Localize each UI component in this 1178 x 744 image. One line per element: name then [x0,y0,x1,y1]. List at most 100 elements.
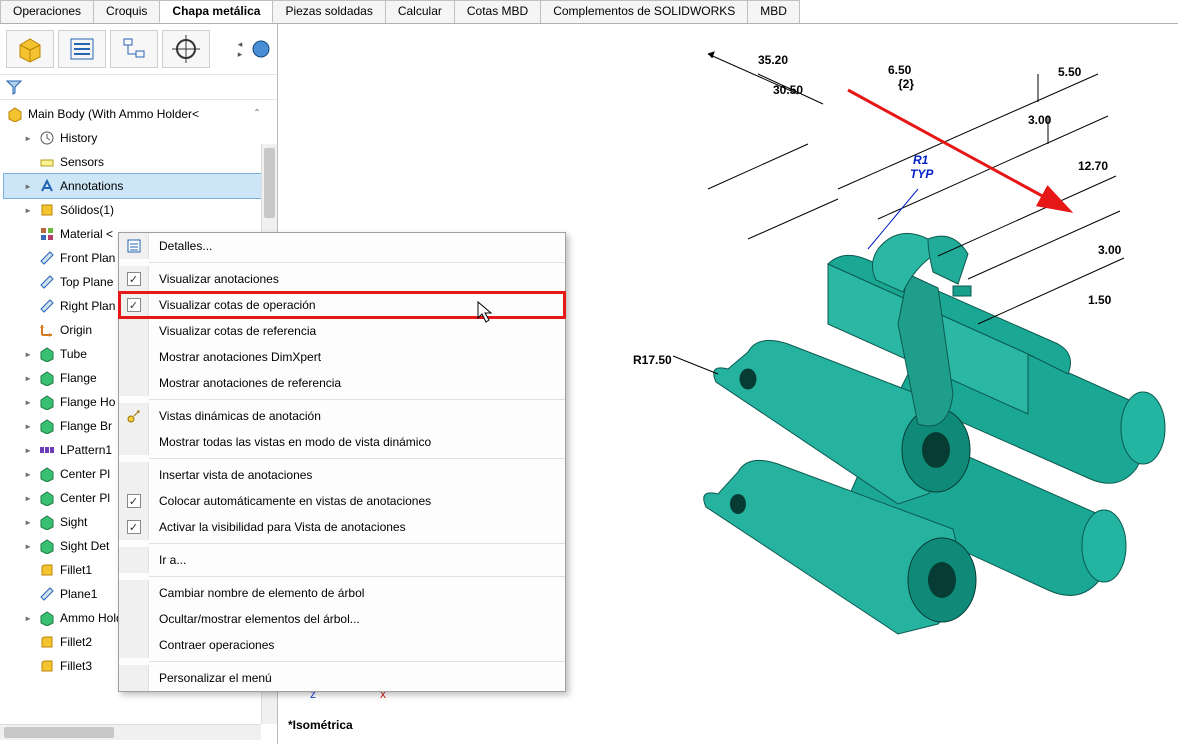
details-icon [126,238,142,254]
pattern-icon [38,441,56,459]
tree-item[interactable]: ▸ Sólidos(1) [4,198,277,222]
annotations-icon [38,177,56,195]
fillet-icon [38,657,56,675]
toolbar-spinner[interactable]: ◂▸ [235,39,245,59]
tree-item-label: Sensors [60,155,104,169]
feature-icon [38,489,56,507]
view-name-label: *Isométrica [288,718,353,732]
annotations-context-menu[interactable]: Detalles...✓Visualizar anotaciones✓Visua… [118,232,566,692]
expand-twisty-icon[interactable]: ▸ [22,179,34,193]
expand-twisty-icon[interactable]: ▸ [22,203,34,217]
menu-item-label: Visualizar cotas de referencia [149,324,565,338]
menu-gutter [119,233,149,259]
feature-icon [38,417,56,435]
menu-item[interactable]: Mostrar anotaciones de referencia [119,370,565,396]
expand-twisty-icon[interactable]: ▸ [22,515,34,529]
tree-item[interactable]: Sensors [4,150,277,174]
globe-icon[interactable] [251,35,271,63]
menu-gutter [119,429,149,455]
menu-item[interactable]: Personalizar el menú [119,665,565,691]
menu-item[interactable]: ✓Colocar automáticamente en vistas de an… [119,488,565,514]
menu-item[interactable]: Ocultar/mostrar elementos del árbol... [119,606,565,632]
expand-twisty-icon[interactable]: ▸ [22,371,34,385]
menu-gutter [119,632,149,658]
tab-chapa-metalica[interactable]: Chapa metálica [159,0,273,23]
menu-item-label: Ocultar/mostrar elementos del árbol... [149,612,565,626]
feature-icon [38,465,56,483]
tree-item-label: Sólidos(1) [60,203,114,217]
menu-item[interactable]: ✓Visualizar anotaciones [119,266,565,292]
menu-item[interactable]: Contraer operaciones [119,632,565,658]
dim-3-00b: 3.00 [1098,243,1122,257]
plane-icon [38,585,56,603]
ribbon-tabs: Operaciones Croquis Chapa metálica Pieza… [0,0,1178,24]
feature-icon [38,513,56,531]
expand-twisty-icon[interactable]: ▸ [22,491,34,505]
expand-twisty-icon[interactable]: ▸ [22,419,34,433]
tab-croquis[interactable]: Croquis [93,0,160,23]
tab-complementos[interactable]: Complementos de SOLIDWORKS [540,0,748,23]
toolbar-btn-1[interactable] [6,30,54,68]
plane-icon [38,273,56,291]
scroll-thumb[interactable] [4,727,114,738]
tree-scroll-up-icon[interactable]: ˆ [255,107,259,121]
tree-item[interactable]: ▸History [4,126,277,150]
dim-5-50: 5.50 [1058,65,1082,79]
menu-item[interactable]: ✓Visualizar cotas de operación [119,292,565,318]
toolbar-btn-2[interactable] [58,30,106,68]
menu-item[interactable]: Cambiar nombre de elemento de árbol [119,580,565,606]
solids-icon [38,201,56,219]
toolbar-btn-3[interactable] [110,30,158,68]
filter-row[interactable] [0,75,277,100]
menu-separator [149,576,565,577]
tree-item-label: Fillet2 [60,635,92,649]
menu-gutter: ✓ [119,488,149,514]
scroll-thumb[interactable] [264,148,275,218]
tree-root[interactable]: Main Body (With Ammo Holder< ˆ [4,102,277,126]
menu-item[interactable]: Mostrar anotaciones DimXpert [119,344,565,370]
menu-gutter [119,580,149,606]
hierarchy-icon [120,35,148,63]
feature-icon [38,393,56,411]
expand-twisty-icon[interactable]: ▸ [22,131,34,145]
menu-gutter [119,606,149,632]
tree-item[interactable]: ▸Annotations [4,174,277,198]
tree-item-label: Right Plan [60,299,115,313]
menu-item-label: Colocar automáticamente en vistas de ano… [149,494,565,508]
expand-twisty-icon[interactable]: ▸ [22,611,34,625]
menu-item-label: Mostrar anotaciones DimXpert [149,350,565,364]
menu-item-label: Mostrar todas las vistas en modo de vist… [149,435,565,449]
tab-cotas-mbd[interactable]: Cotas MBD [454,0,541,23]
menu-item[interactable]: Visualizar cotas de referencia [119,318,565,344]
tab-piezas-soldadas[interactable]: Piezas soldadas [272,0,385,23]
menu-item[interactable]: Ir a... [119,547,565,573]
fillet-icon [38,561,56,579]
tree-item-label: Center Pl [60,467,110,481]
tab-mbd[interactable]: MBD [747,0,800,23]
menu-item[interactable]: Vistas dinámicas de anotación [119,403,565,429]
tree-item-label: Sight [60,515,87,529]
origin-icon [38,321,56,339]
menu-separator [149,543,565,544]
feature-icon [38,369,56,387]
menu-item[interactable]: Detalles... [119,233,565,259]
menu-item[interactable]: Insertar vista de anotaciones [119,462,565,488]
menu-item[interactable]: Mostrar todas las vistas en modo de vist… [119,429,565,455]
menu-gutter: ✓ [119,514,149,540]
dim-35-20: 35.20 [758,53,788,67]
menu-item-label: Cambiar nombre de elemento de árbol [149,586,565,600]
dyn-icon [126,408,142,424]
menu-item[interactable]: ✓Activar la visibilidad para Vista de an… [119,514,565,540]
expand-twisty-icon[interactable]: ▸ [22,347,34,361]
expand-twisty-icon[interactable]: ▸ [22,467,34,481]
expand-twisty-icon[interactable]: ▸ [22,539,34,553]
tab-calcular[interactable]: Calcular [385,0,455,23]
menu-gutter [119,462,149,488]
menu-gutter: ✓ [119,266,149,292]
expand-twisty-icon[interactable]: ▸ [22,395,34,409]
tree-item-label: Origin [60,323,92,337]
tree-horizontal-scrollbar[interactable] [0,724,261,740]
tab-operaciones[interactable]: Operaciones [0,0,94,23]
toolbar-btn-4[interactable] [162,30,210,68]
expand-twisty-icon[interactable]: ▸ [22,443,34,457]
